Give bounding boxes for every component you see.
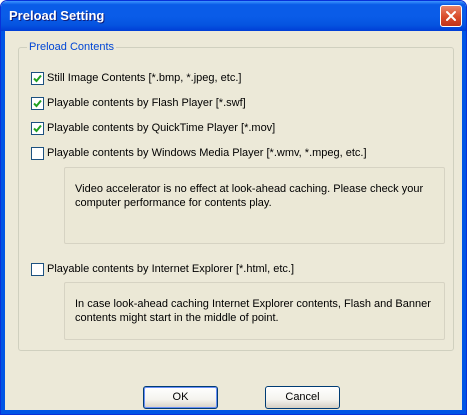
media-player-note-text: Video accelerator is no effect at look-a…: [75, 183, 424, 209]
still-image-checkbox[interactable]: [31, 71, 44, 85]
checkmark-icon: [33, 124, 42, 132]
still-image-label: Still Image Contents [*.bmp, *.jpeg, etc…: [47, 72, 242, 84]
option-flash-player[interactable]: Playable contents by Flash Player [*.swf…: [31, 95, 246, 111]
checkmark-icon: [33, 99, 42, 107]
internet-explorer-note: In case look-ahead caching Internet Expl…: [64, 282, 445, 340]
cancel-button[interactable]: Cancel: [265, 386, 340, 409]
option-internet-explorer[interactable]: Playable contents by Internet Explorer […: [31, 261, 294, 277]
ok-button[interactable]: OK: [143, 386, 218, 409]
window-frame-bottom: [1, 410, 466, 414]
flash-player-label: Playable contents by Flash Player [*.swf…: [47, 97, 246, 109]
windows-media-player-checkbox[interactable]: [31, 146, 44, 160]
group-legend: Preload Contents: [27, 41, 116, 53]
window-frame-left: [1, 31, 5, 414]
title-bar[interactable]: Preload Setting: [1, 1, 466, 31]
internet-explorer-checkbox[interactable]: [31, 262, 44, 276]
close-icon: [446, 11, 456, 21]
option-windows-media-player[interactable]: Playable contents by Windows Media Playe…: [31, 145, 367, 161]
close-button[interactable]: [440, 5, 462, 27]
windows-media-player-label: Playable contents by Windows Media Playe…: [47, 147, 367, 159]
window-title: Preload Setting: [9, 8, 105, 23]
option-quicktime-player[interactable]: Playable contents by QuickTime Player [*…: [31, 120, 275, 136]
quicktime-player-checkbox[interactable]: [31, 121, 44, 135]
option-still-image[interactable]: Still Image Contents [*.bmp, *.jpeg, etc…: [31, 70, 241, 86]
preload-setting-dialog: Preload Setting Preload Contents Still I…: [0, 0, 467, 415]
internet-explorer-label: Playable contents by Internet Explorer […: [47, 263, 295, 275]
flash-player-checkbox[interactable]: [31, 96, 44, 110]
window-frame-right: [462, 31, 466, 414]
media-player-note: Video accelerator is no effect at look-a…: [64, 167, 445, 244]
quicktime-player-label: Playable contents by QuickTime Player [*…: [47, 122, 276, 134]
checkmark-icon: [33, 74, 42, 82]
internet-explorer-note-text: In case look-ahead caching Internet Expl…: [75, 298, 431, 324]
